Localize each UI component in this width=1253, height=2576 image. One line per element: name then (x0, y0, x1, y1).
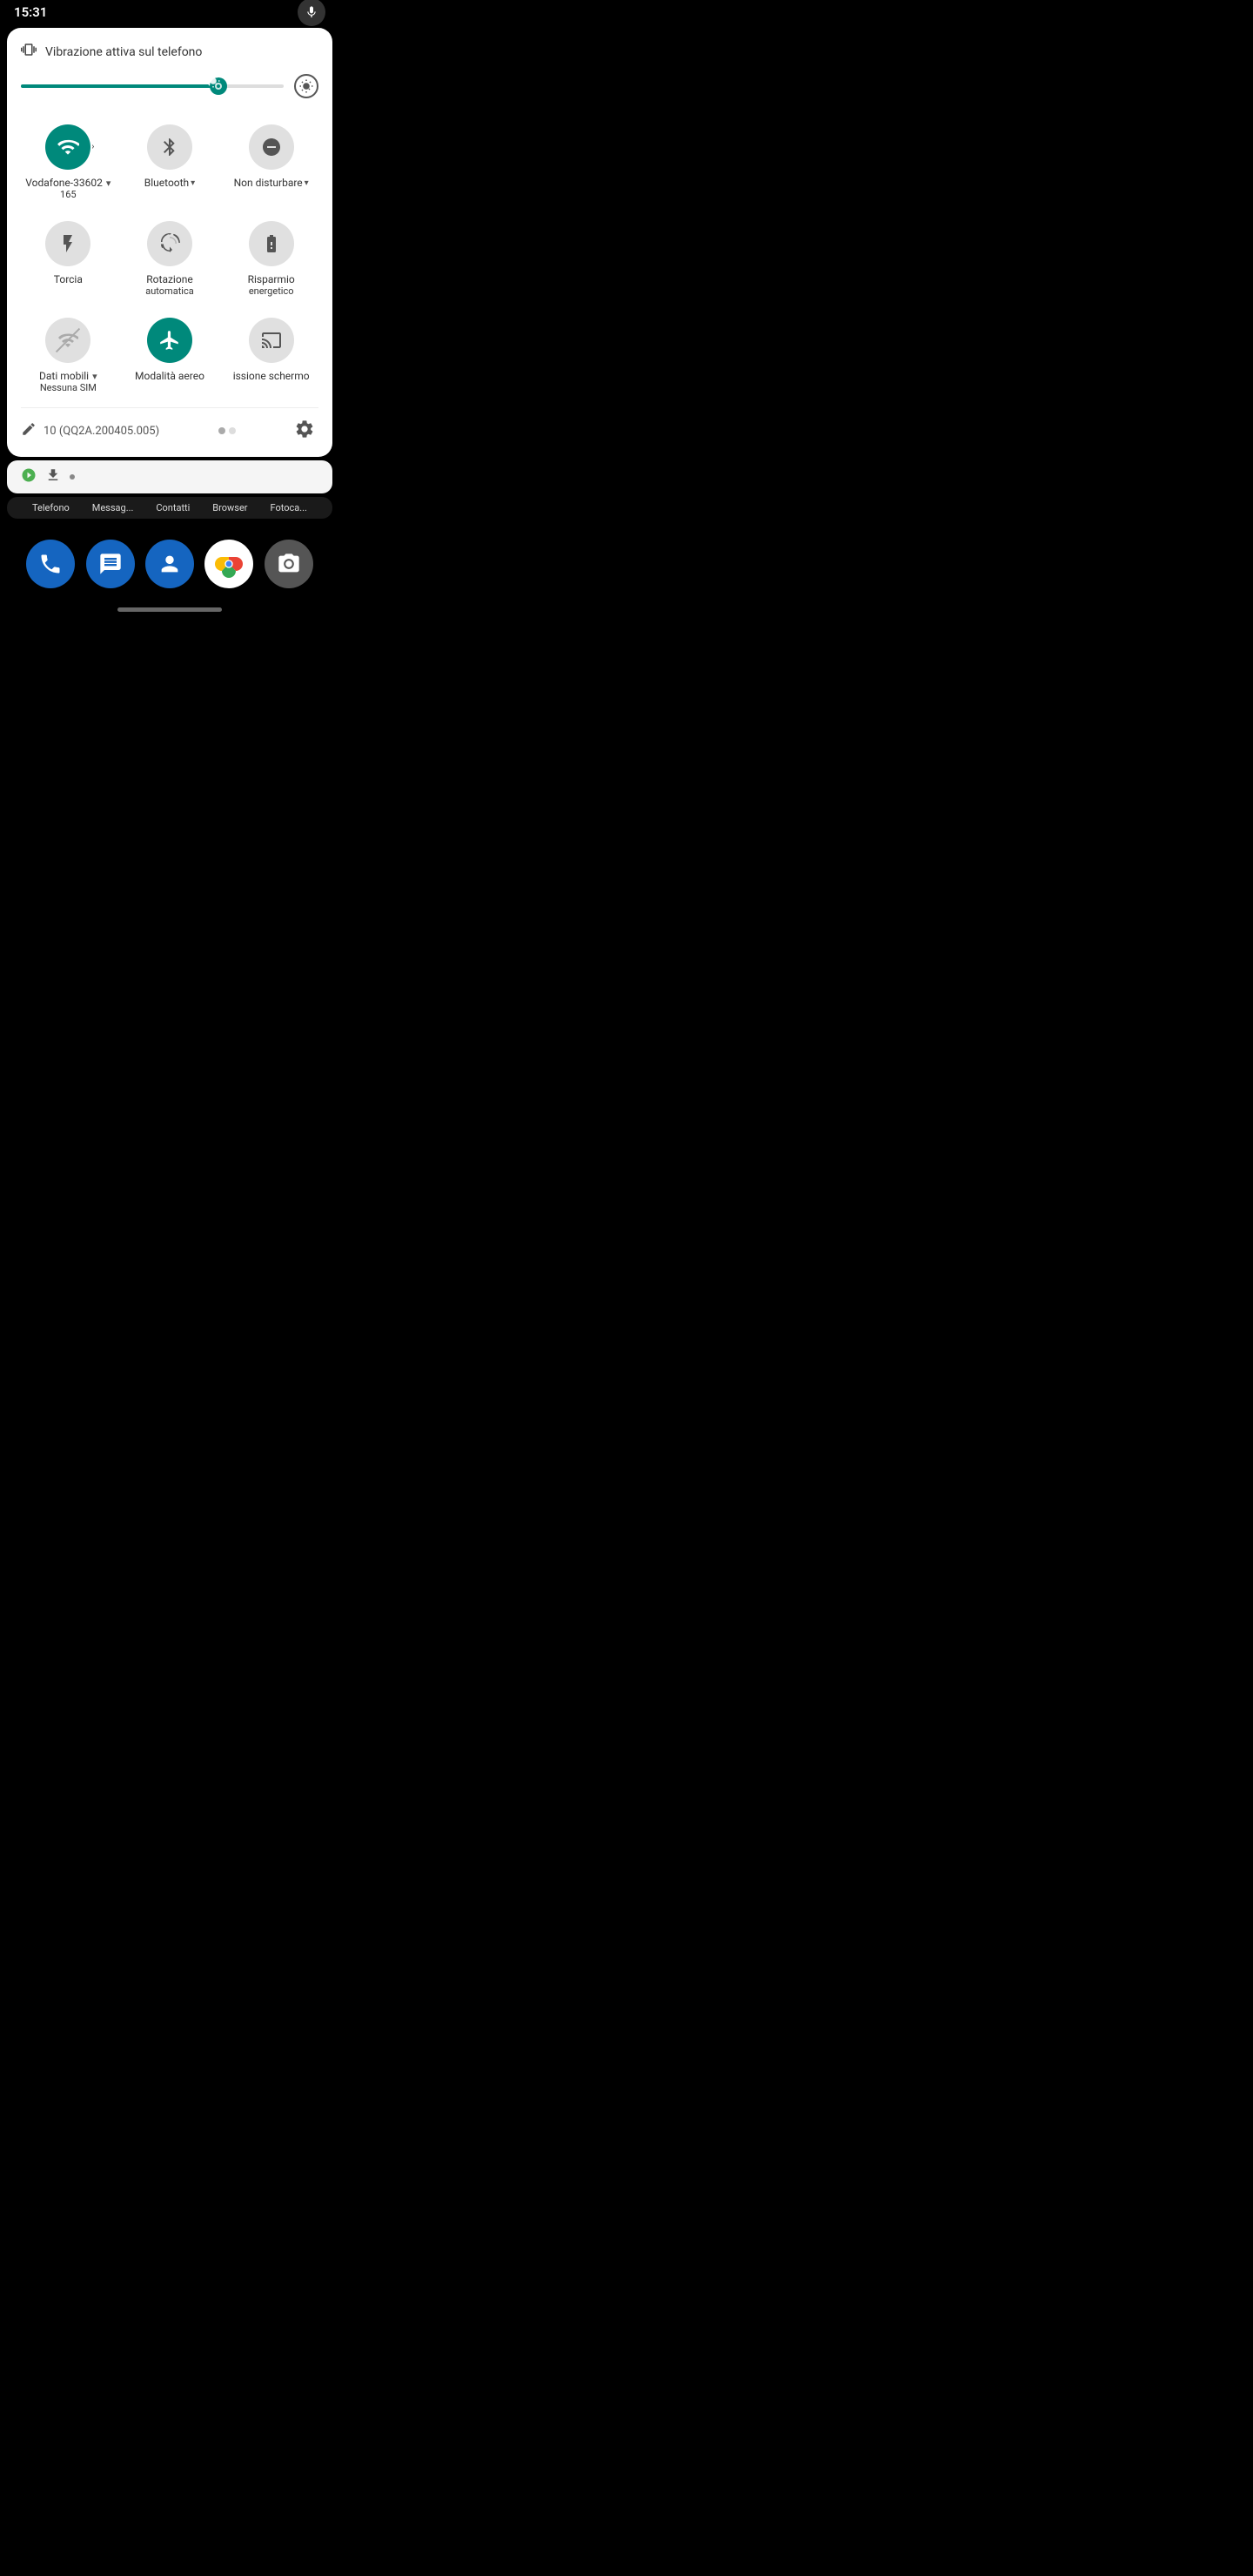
wifi-expand-arrow: › (91, 143, 94, 152)
mobile-data-arrow: ▾ (92, 371, 97, 382)
wifi-label: Vodafone-33602 ▾ 165 (25, 177, 111, 200)
slider-thumb[interactable] (210, 77, 227, 95)
torch-label: Torcia (54, 273, 83, 287)
dnd-label: Non disturbare ▾ (234, 177, 309, 189)
dock-app-fotoca[interactable]: Fotoca... (271, 502, 307, 513)
slider-thumb-inner (215, 83, 222, 90)
app-telefono[interactable] (26, 540, 75, 588)
rotation-label: Rotazione automatica (145, 273, 193, 297)
dock-app-messaggi[interactable]: Messag... (92, 502, 134, 513)
dock-app-contatti[interactable]: Contatti (156, 502, 190, 513)
app-dock: Telefono Messag... Contatti Browser Foto… (7, 497, 332, 519)
notif-icon-plant (21, 467, 37, 486)
mobile-data-text2: Nessuna SIM (40, 382, 97, 393)
battery-text1: Risparmio (248, 273, 295, 285)
footer-dots (218, 427, 236, 434)
dock-app-telefono[interactable]: Telefono (32, 502, 70, 513)
footer-dot-2 (229, 427, 236, 434)
notification-icons (21, 467, 75, 486)
vibration-icon (21, 42, 37, 62)
footer-left: 10 (QQ2A.200405.005) (21, 421, 159, 441)
app-messaggi[interactable] (86, 540, 135, 588)
notification-bar (7, 460, 332, 493)
build-text: 10 (QQ2A.200405.005) (44, 425, 159, 438)
settings-button[interactable] (294, 419, 318, 443)
footer-dot-1 (218, 427, 225, 434)
quick-settings-panel: Vibrazione attiva sul telefono (7, 28, 332, 457)
nav-bar (0, 597, 339, 622)
slider-track (21, 84, 284, 88)
tile-torch[interactable]: Torcia (21, 214, 116, 304)
brightness-max-icon[interactable] (294, 74, 318, 98)
vibration-text: Vibrazione attiva sul telefono (45, 45, 202, 59)
tile-rotation[interactable]: Rotazione automatica (123, 214, 218, 304)
tile-bluetooth[interactable]: Bluetooth ▾ (123, 117, 218, 207)
dnd-text: Non disturbare (234, 177, 303, 189)
status-time: 15:31 (14, 4, 47, 20)
mobile-data-text1: Dati mobili (39, 370, 89, 382)
wifi-ssid2: 165 (60, 189, 77, 200)
panel-footer: 10 (QQ2A.200405.005) (21, 407, 318, 443)
tile-mobile-data[interactable]: Dati mobili ▾ Nessuna SIM (21, 311, 116, 400)
vibration-row: Vibrazione attiva sul telefono (21, 42, 318, 62)
notif-icon-dot (70, 474, 75, 480)
rotation-text2: automatica (145, 285, 193, 297)
home-icons (0, 522, 339, 597)
torch-icon (45, 221, 90, 266)
nav-pill (117, 607, 222, 612)
edit-icon[interactable] (21, 421, 37, 441)
rotation-icon (147, 221, 192, 266)
mic-button[interactable] (298, 0, 325, 26)
dnd-dropdown-arrow: ▾ (305, 178, 309, 188)
slider-fill (21, 84, 218, 88)
tile-cast[interactable]: issione schermo (224, 311, 318, 400)
app-contatti[interactable] (145, 540, 194, 588)
bluetooth-label: Bluetooth ▾ (144, 177, 195, 189)
airplane-icon (147, 318, 192, 363)
cast-icon (249, 318, 294, 363)
dock-app-browser[interactable]: Browser (212, 502, 247, 513)
battery-text2: energetico (249, 285, 294, 297)
mobile-data-icon (45, 318, 90, 363)
tile-dnd[interactable]: Non disturbare ▾ (224, 117, 318, 207)
tile-airplane[interactable]: Modalità aereo (123, 311, 218, 400)
wifi-dropdown-arrow: ▾ (106, 178, 111, 189)
app-camera[interactable] (265, 540, 313, 588)
app-chrome[interactable] (204, 540, 253, 588)
notif-icon-download (45, 467, 61, 486)
brightness-row (21, 74, 318, 98)
status-bar: 15:31 (0, 0, 339, 24)
battery-saver-icon (249, 221, 294, 266)
bluetooth-text: Bluetooth (144, 177, 189, 189)
mobile-data-label: Dati mobili ▾ Nessuna SIM (39, 370, 97, 393)
cast-label: issione schermo (233, 370, 310, 384)
rotation-text1: Rotazione (146, 273, 192, 285)
bluetooth-icon (147, 124, 192, 170)
brightness-slider[interactable] (21, 76, 284, 97)
wifi-icon: › (45, 124, 90, 170)
tile-wifi[interactable]: › Vodafone-33602 ▾ 165 (21, 117, 116, 207)
wifi-ssid: Vodafone-33602 (25, 177, 103, 189)
tile-battery-saver[interactable]: Risparmio energetico (224, 214, 318, 304)
dnd-icon (249, 124, 294, 170)
battery-saver-label: Risparmio energetico (248, 273, 295, 297)
bluetooth-dropdown-arrow: ▾ (191, 178, 195, 188)
quick-tiles-grid: › Vodafone-33602 ▾ 165 Bluetooth ▾ (21, 117, 318, 400)
airplane-label: Modalità aereo (135, 370, 204, 384)
